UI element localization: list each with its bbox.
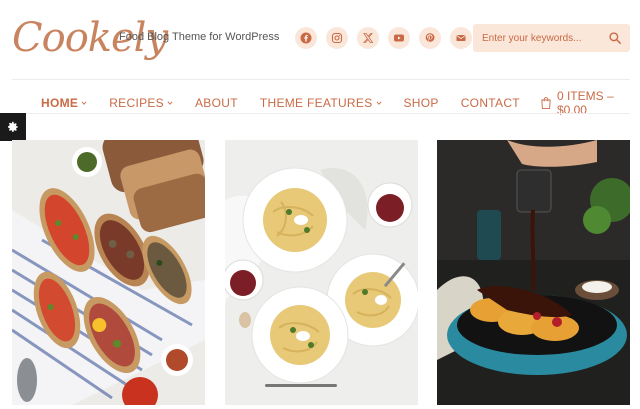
gear-icon — [8, 121, 18, 132]
nav-item-shop[interactable]: SHOP — [404, 96, 439, 110]
facebook-icon[interactable] — [295, 27, 317, 49]
chevron-down-icon — [167, 101, 173, 105]
settings-toggle[interactable] — [0, 113, 26, 141]
nav-item-label: ABOUT — [195, 96, 238, 110]
nav-item-home[interactable]: HOME — [41, 96, 87, 110]
shopping-bag-icon — [541, 97, 551, 109]
youtube-icon[interactable] — [388, 27, 410, 49]
header-divider — [12, 79, 630, 80]
search-icon[interactable] — [608, 31, 622, 45]
pasta-image — [225, 140, 418, 405]
chevron-down-icon — [81, 101, 87, 105]
search-box — [473, 24, 630, 52]
post-card-bruschetta[interactable] — [12, 140, 205, 405]
instagram-icon[interactable] — [326, 27, 348, 49]
nav-item-label: SHOP — [403, 96, 439, 110]
nav-item-about[interactable]: ABOUT — [195, 96, 238, 110]
nav-item-contact[interactable]: CONTACT — [461, 96, 520, 110]
chevron-down-icon — [376, 101, 381, 105]
nav-item-label: HOME — [41, 96, 79, 110]
post-card-pancakes[interactable] — [437, 140, 630, 405]
pinterest-icon[interactable] — [419, 27, 441, 49]
pancakes-image — [437, 140, 630, 405]
site-tagline: Food Blog Theme for WordPress — [119, 31, 280, 43]
x-icon[interactable] — [357, 27, 379, 49]
nav-item-label: RECIPES — [109, 96, 164, 110]
nav-item-recipes[interactable]: RECIPES — [109, 96, 173, 110]
email-icon[interactable] — [450, 27, 472, 49]
nav-divider — [12, 113, 630, 114]
search-input[interactable] — [473, 32, 601, 44]
post-card-pasta[interactable] — [225, 140, 418, 405]
nav-item-label: THEME FEATURES — [259, 96, 373, 110]
nav-item-label: CONTACT — [460, 96, 520, 110]
nav-item-theme-features[interactable]: THEME FEATURES — [260, 96, 382, 110]
bruschetta-image — [12, 140, 205, 405]
social-links — [295, 27, 472, 49]
